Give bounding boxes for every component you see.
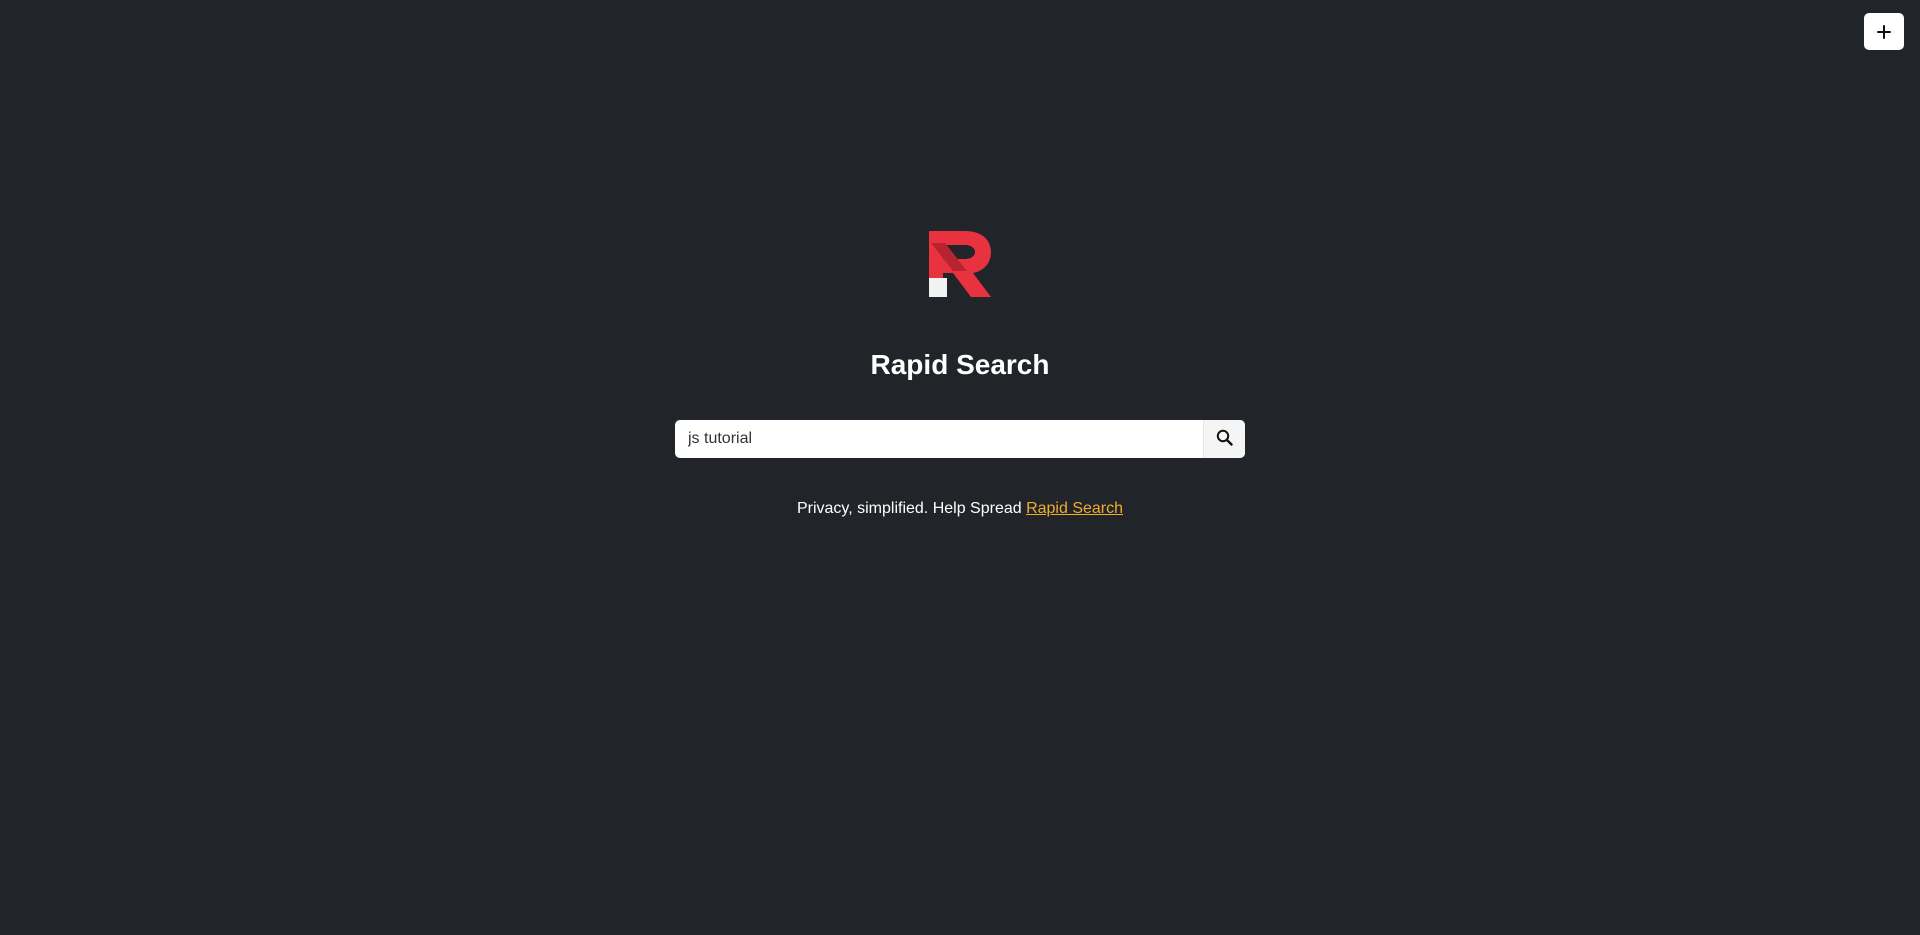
search-input[interactable] xyxy=(675,420,1203,458)
page-title: Rapid Search xyxy=(870,349,1050,380)
search-button[interactable] xyxy=(1203,420,1245,458)
plus-icon xyxy=(1876,24,1892,40)
page: Rapid Search Privacy, simplified. Help S… xyxy=(0,0,1920,935)
rapid-search-logo xyxy=(929,231,993,297)
tagline: Privacy, simplified. Help Spread Rapid S… xyxy=(0,498,1920,520)
add-button[interactable] xyxy=(1864,13,1904,50)
search-icon xyxy=(1216,429,1233,449)
rapid-search-link[interactable]: Rapid Search xyxy=(1026,500,1123,517)
search-bar xyxy=(675,420,1245,458)
tagline-text: Privacy, simplified. Help Spread xyxy=(796,500,1027,517)
